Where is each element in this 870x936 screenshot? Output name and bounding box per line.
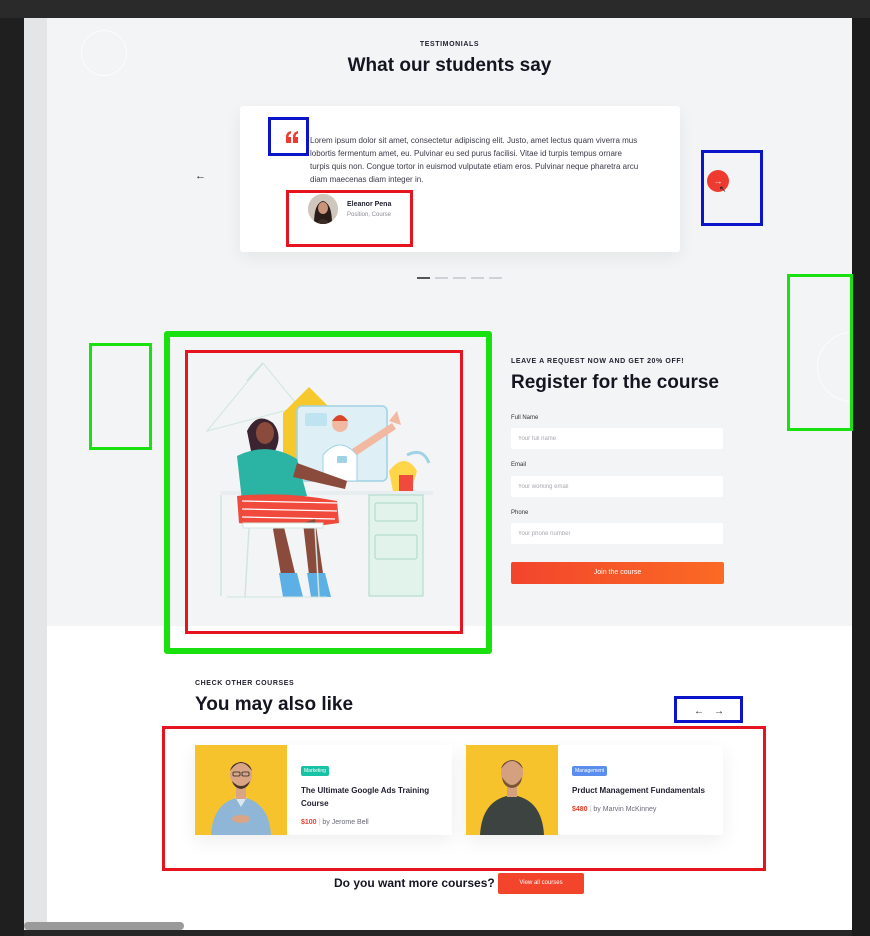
pagination-dot[interactable] xyxy=(489,277,502,279)
mouse-pointer-icon: ↖ xyxy=(719,184,727,194)
view-all-courses-button[interactable]: View all courses xyxy=(498,873,584,894)
full-name-label: Full Name xyxy=(511,415,539,421)
testimonial-prev-arrow[interactable]: ← xyxy=(195,170,206,182)
course-instructor-photo xyxy=(466,745,558,835)
other-courses-heading: You may also like xyxy=(195,694,354,715)
author-role: Position, Course xyxy=(347,211,392,218)
courses-next-arrow[interactable]: → xyxy=(714,706,724,717)
course-author: by Jerome Bell xyxy=(322,819,369,826)
course-category-tag[interactable]: Marketing xyxy=(301,766,329,776)
testimonial-card: Lorem ipsum dolor sit amet, consectetur … xyxy=(240,106,680,252)
horizontal-scrollbar-thumb[interactable] xyxy=(24,922,184,930)
testimonials-eyebrow: TESTIMONIALS xyxy=(419,41,480,48)
pagination-dot[interactable] xyxy=(453,277,466,279)
course-title[interactable]: Prduct Management Fundamentals xyxy=(572,784,717,797)
course-title[interactable]: The Ultimate Google Ads Training Course xyxy=(301,784,446,810)
page-left-gutter xyxy=(24,18,47,936)
testimonials-heading: What our students say xyxy=(347,55,552,76)
course-author: by Marvin McKinney xyxy=(593,806,657,813)
course-instructor-photo xyxy=(195,745,287,835)
testimonial-pagination xyxy=(417,277,502,279)
phone-label: Phone xyxy=(511,510,529,516)
course-card[interactable]: Management Prduct Management Fundamental… xyxy=(466,745,723,835)
course-category-tag[interactable]: Management xyxy=(572,766,608,776)
pagination-dot[interactable] xyxy=(471,277,484,279)
window-right-edge xyxy=(852,18,870,936)
other-courses-eyebrow: CHECK OTHER COURSES xyxy=(195,680,295,687)
email-input[interactable] xyxy=(511,476,723,497)
online-learning-illustration xyxy=(205,362,433,598)
window-left-edge xyxy=(0,18,24,936)
course-meta: $480 | by Marvin McKinney xyxy=(572,806,657,813)
pagination-dot[interactable] xyxy=(417,277,430,279)
testimonial-quote: Lorem ipsum dolor sit amet, consectetur … xyxy=(310,136,639,184)
pagination-dot[interactable] xyxy=(435,277,448,279)
more-courses-prompt: Do you want more courses? xyxy=(334,876,495,890)
page-content: TESTIMONIALS What our students say Lorem… xyxy=(47,18,852,930)
window-top-bar xyxy=(0,0,870,18)
quote-icon xyxy=(286,131,298,143)
email-label: Email xyxy=(511,462,527,468)
register-heading: Register for the course xyxy=(511,372,719,393)
course-price: $100 xyxy=(301,819,317,826)
author-name: Eleanor Pena xyxy=(347,200,392,208)
decorative-circle xyxy=(817,332,852,402)
author-avatar xyxy=(308,194,338,224)
course-meta: $100 | by Jerome Bell xyxy=(301,819,369,826)
full-name-input[interactable] xyxy=(511,428,723,449)
phone-input[interactable] xyxy=(511,523,723,544)
courses-prev-arrow[interactable]: ← xyxy=(694,706,704,717)
course-price: $480 xyxy=(572,806,588,813)
join-course-button[interactable]: Join the course xyxy=(511,562,724,584)
testimonial-author: Eleanor Pena Position, Course xyxy=(308,194,391,224)
course-card[interactable]: Marketing The Ultimate Google Ads Traini… xyxy=(195,745,452,835)
window-bottom-edge xyxy=(24,930,852,936)
register-eyebrow: LEAVE A REQUEST NOW AND GET 20% OFF! xyxy=(511,358,685,365)
